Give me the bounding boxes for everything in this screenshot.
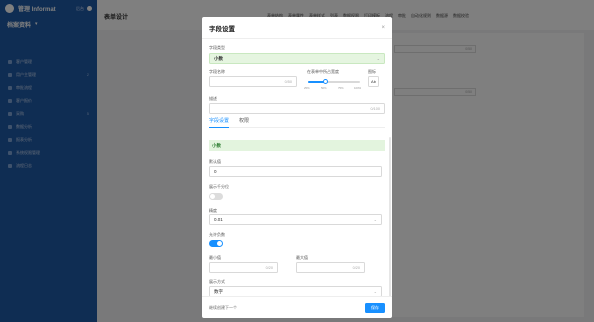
width-label: 在表单中所占宽度 <box>307 69 339 74</box>
default-value-input[interactable]: 0 <box>209 166 382 177</box>
settings-tabs: 字段设置 权限 <box>209 115 385 128</box>
modal-footer: 继续创建下一个 保存 <box>202 296 392 318</box>
continue-create-next[interactable]: 继续创建下一个 <box>209 305 365 311</box>
modal-title: 字段设置 <box>209 25 235 33</box>
field-name-label: 字段名称 <box>209 69 225 74</box>
field-settings-modal: 字段设置 × 字段类型 小数 ⌄ 字段名称 0/50 在表单中所占宽度 25% … <box>202 17 392 318</box>
description-count: 0/100 <box>370 106 380 111</box>
icon-label: 图标 <box>368 69 376 74</box>
display-mode-label: 展示方式 <box>209 279 225 284</box>
width-tick: 50% <box>321 86 327 90</box>
show-thousands-toggle[interactable] <box>209 193 223 200</box>
modal-scrollbar[interactable] <box>389 137 391 297</box>
field-name-input[interactable]: 0/50 <box>209 76 297 87</box>
min-value-label: 最小值 <box>209 255 221 260</box>
description-input[interactable]: 0/100 <box>209 103 385 114</box>
field-type-select[interactable]: 小数 ⌄ <box>209 53 385 64</box>
close-icon[interactable]: × <box>381 25 385 31</box>
default-value: 0 <box>214 169 217 174</box>
field-type-banner: 小数 <box>209 140 385 151</box>
tab-field-settings[interactable]: 字段设置 <box>209 115 230 128</box>
modal-header: 字段设置 × <box>202 17 392 39</box>
save-button[interactable]: 保存 <box>365 302 385 313</box>
icon-picker-button[interactable]: Ab <box>368 76 379 87</box>
field-type-label: 字段类型 <box>209 45 225 50</box>
max-value-count: 0/20 <box>352 265 360 270</box>
allow-negative-toggle[interactable] <box>209 240 223 247</box>
precision-value: 0.01 <box>214 217 223 222</box>
width-tick: 100% <box>354 86 362 90</box>
max-value-input[interactable]: 0/20 <box>296 262 365 273</box>
display-mode-value: 数字 <box>214 288 223 294</box>
description-label: 描述 <box>209 96 217 101</box>
precision-select[interactable]: 0.01 ⌄ <box>209 214 382 225</box>
tab-permissions[interactable]: 权限 <box>239 115 249 128</box>
width-slider-handle[interactable] <box>322 79 328 84</box>
width-tick: 75% <box>338 86 344 90</box>
field-type-value: 小数 <box>214 55 223 61</box>
field-name-count: 0/50 <box>284 79 292 84</box>
default-value-label: 默认值 <box>209 159 221 164</box>
width-tick: 25% <box>304 86 310 90</box>
chevron-down-icon: ⌄ <box>373 217 377 222</box>
chevron-down-icon: ⌄ <box>373 289 377 294</box>
show-thousands-label: 展示千分位 <box>209 184 229 189</box>
min-value-count: 0/20 <box>265 265 273 270</box>
min-value-input[interactable]: 0/20 <box>209 262 278 273</box>
max-value-label: 最大值 <box>296 255 308 260</box>
chevron-down-icon: ⌄ <box>376 56 380 61</box>
allow-negative-label: 允许负数 <box>209 232 225 237</box>
